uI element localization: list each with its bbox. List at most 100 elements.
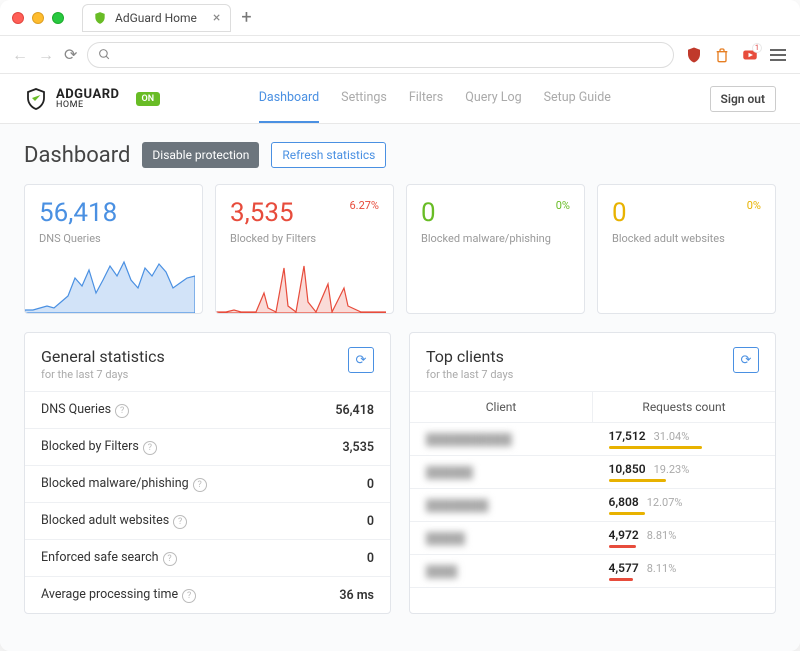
app-header: ADGUARD HOME ON Dashboard Settings Filte… bbox=[0, 74, 800, 124]
client-name: ██████ bbox=[410, 460, 593, 485]
new-tab-button[interactable]: + bbox=[241, 9, 251, 27]
page-content: Dashboard Disable protection Refresh sta… bbox=[0, 124, 800, 651]
client-requests: 6,80812.07% bbox=[593, 489, 776, 521]
forward-button[interactable]: → bbox=[38, 45, 54, 65]
menu-button[interactable] bbox=[768, 45, 788, 65]
brand-sub: HOME bbox=[56, 101, 120, 110]
stat-card-blocked[interactable]: 6.27% 3,535 Blocked by Filters bbox=[215, 184, 394, 314]
nav-dashboard[interactable]: Dashboard bbox=[259, 74, 319, 123]
stat-adult-pct: 0% bbox=[747, 199, 761, 212]
reload-button[interactable]: ⟳ bbox=[64, 45, 77, 64]
clients-refresh-button[interactable]: ⟳ bbox=[733, 347, 759, 373]
refresh-stats-button[interactable]: Refresh statistics bbox=[271, 142, 386, 168]
row-adult-label: Blocked adult websites? bbox=[25, 503, 294, 540]
row-dns-value: 56,418 bbox=[294, 392, 390, 429]
row-safe-value: 0 bbox=[294, 540, 390, 577]
client-name: ████████ bbox=[410, 493, 593, 518]
client-requests: 4,9728.81% bbox=[593, 522, 776, 554]
help-icon[interactable]: ? bbox=[115, 404, 129, 418]
youtube-extension-icon[interactable]: 1 bbox=[740, 45, 760, 65]
stat-adult-value: 0 bbox=[612, 199, 761, 228]
window-titlebar: AdGuard Home × + bbox=[0, 0, 800, 36]
window-maximize-button[interactable] bbox=[52, 12, 64, 24]
row-safe-label: Enforced safe search? bbox=[25, 540, 294, 577]
adguard-favicon-icon bbox=[93, 11, 107, 25]
client-row[interactable]: ███████████ 17,51231.04% bbox=[410, 423, 775, 456]
stat-malware-value: 0 bbox=[421, 199, 570, 228]
general-stats-table: DNS Queries?56,418 Blocked by Filters?3,… bbox=[25, 391, 390, 613]
client-row[interactable]: █████ 4,9728.81% bbox=[410, 522, 775, 555]
nav-filters[interactable]: Filters bbox=[409, 74, 443, 123]
browser-tab[interactable]: AdGuard Home × bbox=[82, 4, 231, 32]
client-row[interactable]: ██████ 10,85019.23% bbox=[410, 456, 775, 489]
help-icon[interactable]: ? bbox=[182, 589, 196, 603]
stat-dns-label: DNS Queries bbox=[39, 232, 188, 245]
search-icon bbox=[98, 48, 111, 61]
tab-close-icon[interactable]: × bbox=[213, 10, 220, 26]
dns-sparkline bbox=[25, 258, 195, 313]
general-refresh-button[interactable]: ⟳ bbox=[348, 347, 374, 373]
client-row[interactable]: ████████ 6,80812.07% bbox=[410, 489, 775, 522]
help-icon[interactable]: ? bbox=[193, 478, 207, 492]
extension-badge: 1 bbox=[752, 43, 762, 53]
browser-toolbar: ← → ⟳ 1 bbox=[0, 36, 800, 74]
row-dns-label: DNS Queries? bbox=[25, 392, 294, 429]
clients-title: Top clients bbox=[426, 347, 513, 366]
page-header: Dashboard Disable protection Refresh sta… bbox=[24, 142, 776, 168]
stat-card-adult[interactable]: 0% 0 Blocked adult websites bbox=[597, 184, 776, 314]
page-title: Dashboard bbox=[24, 143, 130, 168]
back-button[interactable]: ← bbox=[12, 45, 28, 65]
extension-icons: 1 bbox=[684, 45, 788, 65]
window-minimize-button[interactable] bbox=[32, 12, 44, 24]
adguard-logo-icon bbox=[24, 87, 48, 111]
clients-table-header: Client Requests count bbox=[410, 391, 775, 423]
nav-settings[interactable]: Settings bbox=[341, 74, 387, 123]
nav-setup[interactable]: Setup Guide bbox=[544, 74, 611, 123]
stat-malware-pct: 0% bbox=[556, 199, 570, 212]
stat-blocked-pct: 6.27% bbox=[349, 199, 379, 212]
stat-card-dns[interactable]: 56,418 DNS Queries bbox=[24, 184, 203, 314]
stat-card-malware[interactable]: 0% 0 Blocked malware/phishing bbox=[406, 184, 585, 314]
row-avg-label: Average processing time? bbox=[25, 577, 294, 614]
row-avg-value: 36 ms bbox=[294, 577, 390, 614]
stat-adult-label: Blocked adult websites bbox=[612, 232, 761, 245]
help-icon[interactable]: ? bbox=[143, 441, 157, 455]
app-logo[interactable]: ADGUARD HOME ON bbox=[24, 87, 160, 111]
client-requests: 4,5778.11% bbox=[593, 555, 776, 587]
clients-table-body: ███████████ 17,51231.04% ██████ 10,85019… bbox=[410, 423, 775, 588]
row-blocked-label: Blocked by Filters? bbox=[25, 429, 294, 466]
general-sub: for the last 7 days bbox=[41, 368, 165, 381]
signout-button[interactable]: Sign out bbox=[710, 86, 776, 112]
client-requests: 10,85019.23% bbox=[593, 456, 776, 488]
help-icon[interactable]: ? bbox=[163, 552, 177, 566]
traffic-lights bbox=[12, 12, 64, 24]
general-title: General statistics bbox=[41, 347, 165, 366]
col-client: Client bbox=[410, 392, 593, 422]
clients-sub: for the last 7 days bbox=[426, 368, 513, 381]
client-name: ███████████ bbox=[410, 427, 593, 452]
row-malware-value: 0 bbox=[294, 466, 390, 503]
stat-dns-value: 56,418 bbox=[39, 199, 188, 228]
row-blocked-value: 3,535 bbox=[294, 429, 390, 466]
stats-cards: 56,418 DNS Queries 6.27% 3,535 Blocked b… bbox=[24, 184, 776, 314]
main-nav: Dashboard Settings Filters Query Log Set… bbox=[259, 74, 611, 123]
disable-protection-button[interactable]: Disable protection bbox=[142, 142, 259, 168]
address-bar[interactable] bbox=[87, 42, 674, 68]
row-adult-value: 0 bbox=[294, 503, 390, 540]
status-badge: ON bbox=[136, 92, 161, 106]
brand-name: ADGUARD bbox=[56, 88, 120, 101]
window-close-button[interactable] bbox=[12, 12, 24, 24]
trash-extension-icon[interactable] bbox=[712, 45, 732, 65]
client-name: ████ bbox=[410, 559, 593, 584]
stat-malware-label: Blocked malware/phishing bbox=[421, 232, 570, 245]
ublock-icon[interactable] bbox=[684, 45, 704, 65]
general-stats-panel: General statistics for the last 7 days ⟳… bbox=[24, 332, 391, 614]
hamburger-icon bbox=[770, 49, 786, 61]
client-row[interactable]: ████ 4,5778.11% bbox=[410, 555, 775, 588]
nav-querylog[interactable]: Query Log bbox=[465, 74, 521, 123]
client-requests: 17,51231.04% bbox=[593, 423, 776, 455]
client-name: █████ bbox=[410, 526, 593, 551]
col-requests: Requests count bbox=[593, 392, 775, 422]
top-clients-panel: Top clients for the last 7 days ⟳ Client… bbox=[409, 332, 776, 614]
help-icon[interactable]: ? bbox=[173, 515, 187, 529]
